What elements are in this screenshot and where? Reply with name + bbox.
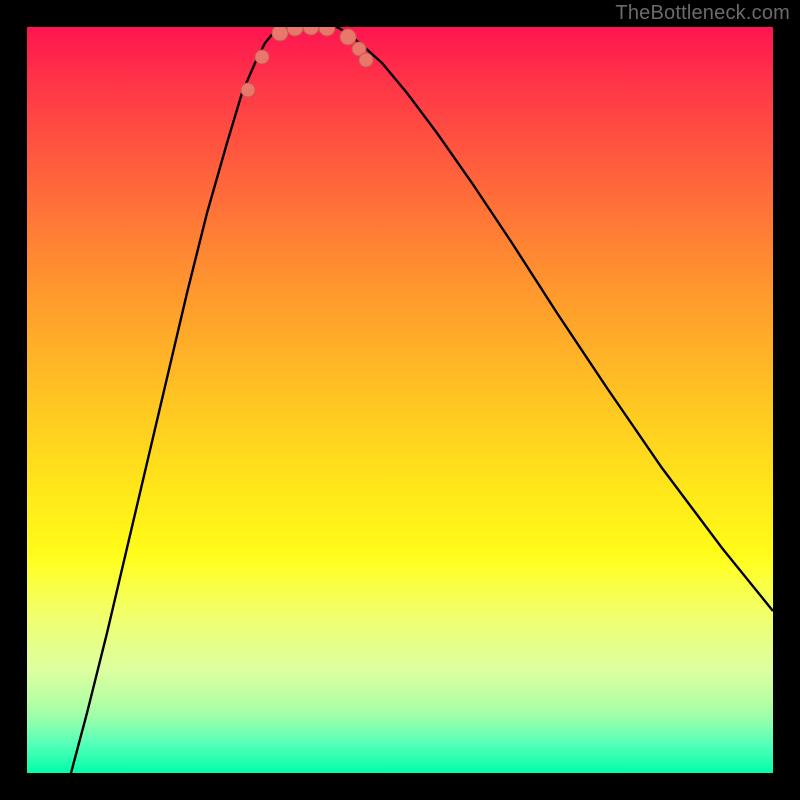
gradient-plot-area xyxy=(27,27,773,773)
watermark-text: TheBottleneck.com xyxy=(615,2,790,25)
frame: TheBottleneck.com xyxy=(0,0,800,800)
